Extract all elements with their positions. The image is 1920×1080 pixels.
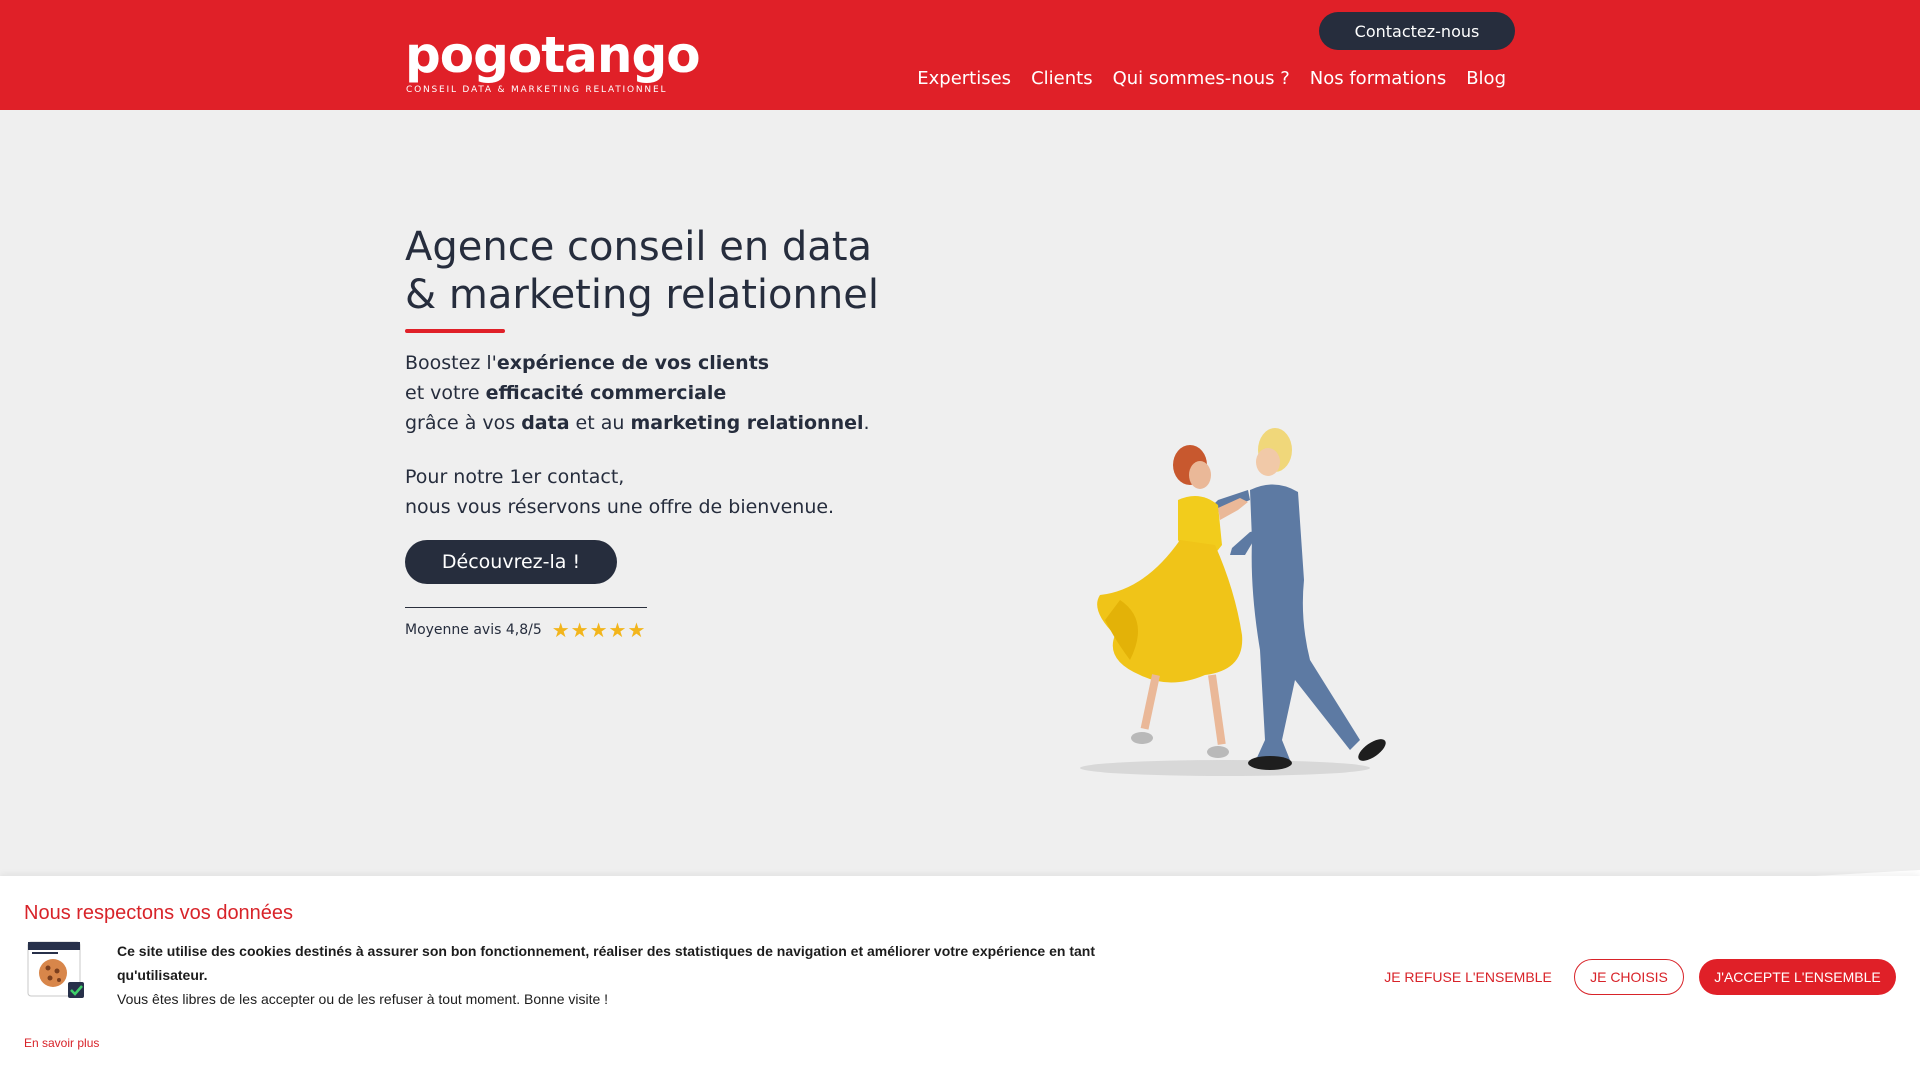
hero-offer: Pour notre 1er contact, nous vous réserv…: [405, 462, 834, 522]
nav-item-blog[interactable]: Blog: [1466, 66, 1506, 92]
hero-text-emphasis: expérience de vos clients: [496, 352, 770, 374]
logo-tagline: CONSEIL DATA & MARKETING RELATIONNEL: [406, 85, 668, 95]
dancing-couple-illustration: [1080, 428, 1386, 776]
nav-item-trainings[interactable]: Nos formations: [1310, 66, 1446, 92]
hero-text-part: .: [863, 412, 870, 434]
cookie-banner-text: Ce site utilise des cookies destinés à a…: [117, 939, 1107, 1011]
hero-text-part: Boostez l': [405, 352, 497, 374]
cookie-consent-banner: Nous respectons vos données Ce site util…: [0, 876, 1920, 1080]
nav-item-expertises[interactable]: Expertises: [917, 66, 1011, 92]
nav-item-about[interactable]: Qui sommes-nous ?: [1113, 66, 1290, 92]
hero-text-emphasis: marketing relationnel: [630, 412, 864, 434]
site-header: pogotango CONSEIL DATA & MARKETING RELAT…: [0, 0, 1920, 110]
cookie-banner-title: Nous respectons vos données: [24, 902, 294, 924]
main-nav: Expertises Clients Qui sommes-nous ? Nos…: [917, 66, 1506, 92]
choose-button[interactable]: JE CHOISIS: [1574, 959, 1684, 995]
star-icon: ★★★★★: [551, 618, 647, 642]
hero-text-emphasis: data: [521, 412, 570, 434]
discover-offer-button[interactable]: Découvrez-la !: [405, 540, 617, 584]
rating-summary: Moyenne avis 4,8/5 ★★★★★: [405, 618, 646, 642]
refuse-all-button[interactable]: JE REFUSE L'ENSEMBLE: [1370, 959, 1566, 995]
cookie-shield-icon: [27, 941, 84, 998]
cookie-text-bold: Ce site utilise des cookies destinés à a…: [117, 943, 1095, 983]
hero-description: Boostez l'expérience de vos clients et v…: [405, 348, 870, 438]
hero-title: Agence conseil en data & marketing relat…: [405, 223, 925, 319]
title-underline: [405, 329, 505, 333]
offer-line1: Pour notre 1er contact,: [405, 466, 625, 488]
rating-label: Moyenne avis 4,8/5: [405, 622, 542, 638]
learn-more-link[interactable]: En savoir plus: [24, 1036, 99, 1050]
nav-item-clients[interactable]: Clients: [1031, 66, 1093, 92]
hero-text-part: et au: [569, 412, 631, 434]
offer-line2: nous vous réservons une offre de bienven…: [405, 496, 835, 518]
contact-button[interactable]: Contactez-nous: [1319, 12, 1515, 50]
rating-divider: [405, 607, 647, 608]
woman-figurine: [1097, 445, 1248, 758]
hero-text-part: et votre: [405, 382, 486, 404]
man-figurine: [1210, 428, 1386, 770]
hero-text-part: grâce à vos: [405, 412, 522, 434]
logo-wordmark: pogotango: [405, 26, 701, 84]
accept-all-button[interactable]: J'ACCEPTE L'ENSEMBLE: [1699, 959, 1896, 995]
pogotango-logo[interactable]: pogotango CONSEIL DATA & MARKETING RELAT…: [405, 26, 701, 98]
hero-title-line2: & marketing relationnel: [405, 272, 879, 318]
hero-section: Agence conseil en data & marketing relat…: [0, 110, 1920, 1010]
cookie-text-normal: Vous êtes libres de les accepter ou de l…: [117, 991, 609, 1007]
hero-text-emphasis: efficacité commerciale: [485, 382, 727, 404]
hero-title-line1: Agence conseil en data: [405, 224, 873, 270]
